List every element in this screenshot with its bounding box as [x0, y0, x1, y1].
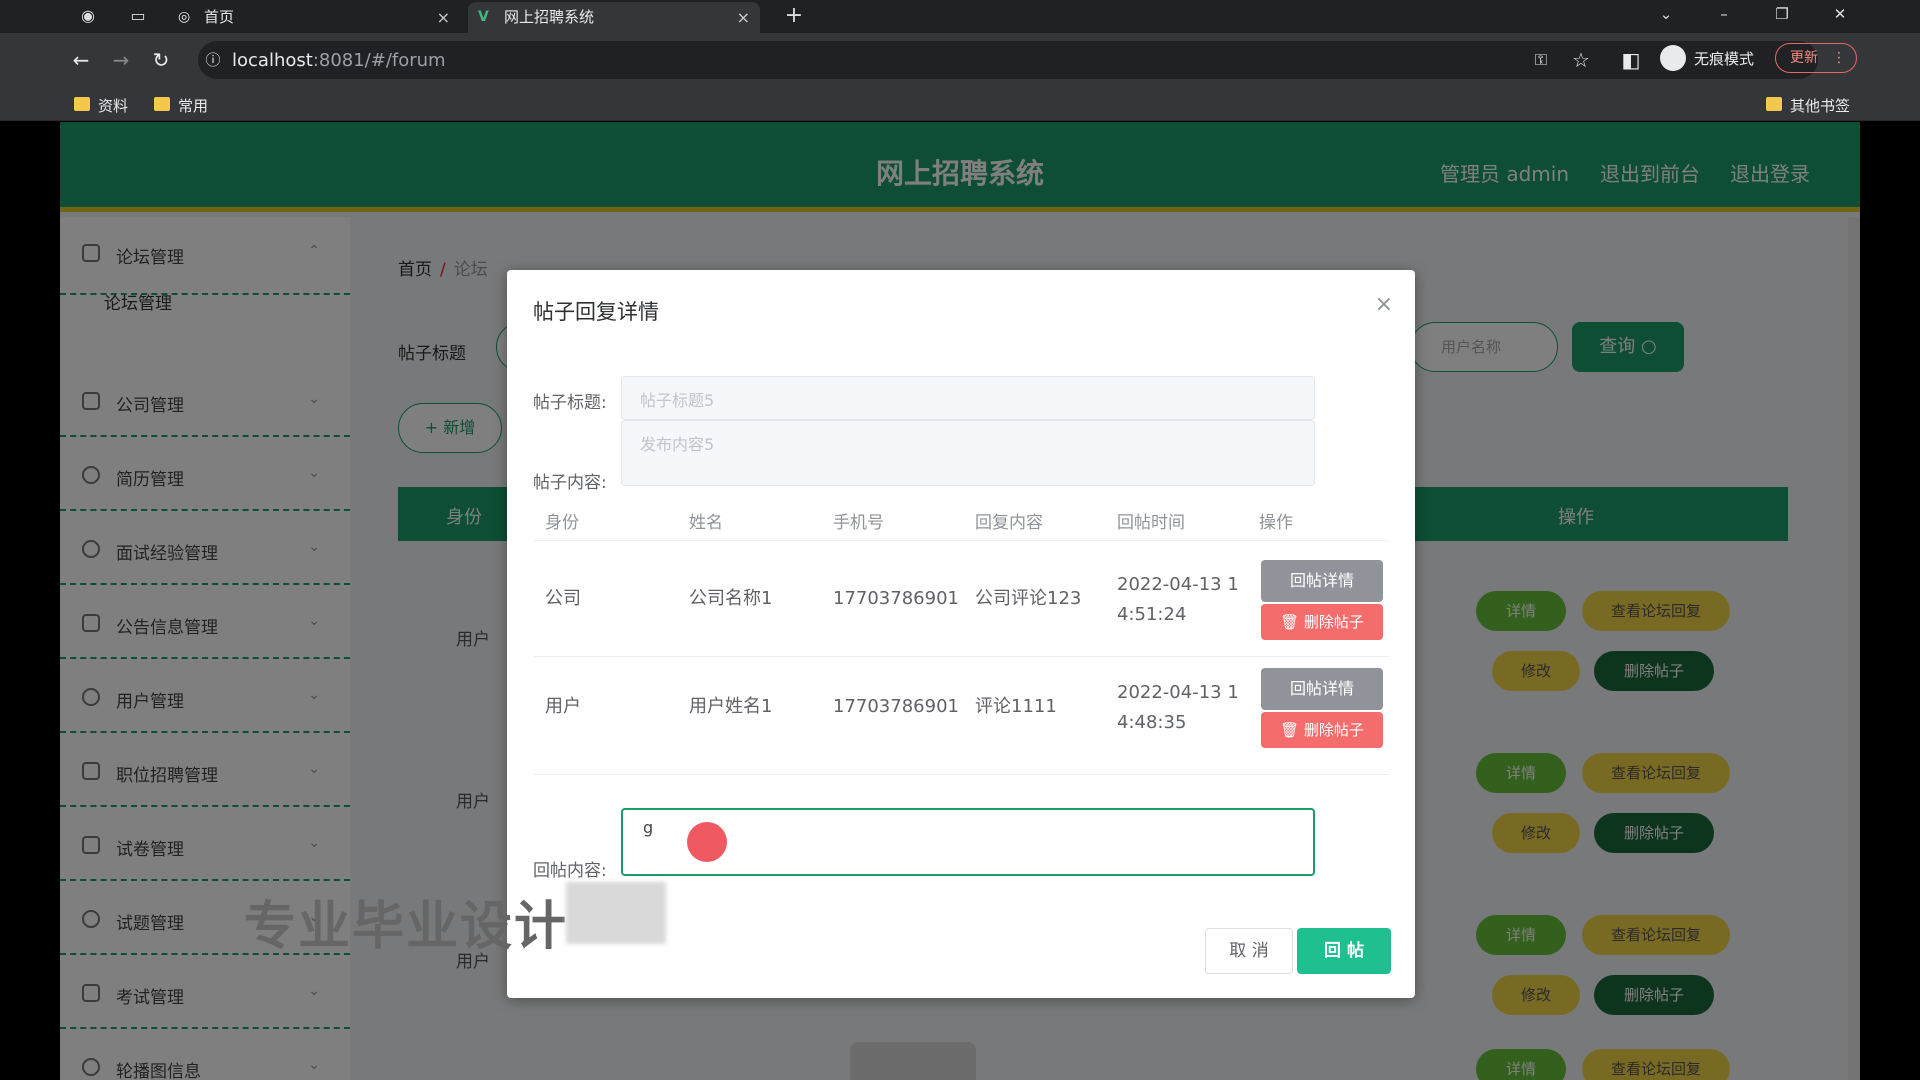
click-indicator [687, 822, 727, 862]
cell-time: 4:48:35 [1117, 712, 1187, 733]
cell-phone: 17703786901 [833, 588, 959, 609]
button-label: 删除帖子 [1303, 721, 1364, 739]
browser-tab-bar: ◉ ▭ ◎ 首页 × V 网上招聘系统 × + ⌄ – ❐ ✕ [0, 0, 1920, 33]
submit-reply-button[interactable]: 回 帖 [1297, 928, 1391, 974]
close-window-icon[interactable]: ✕ [1820, 0, 1860, 28]
reload-icon[interactable]: ↻ [148, 47, 174, 73]
cancel-button[interactable]: 取 消 [1205, 928, 1293, 974]
url-host: localhost [232, 50, 313, 71]
new-tab-button[interactable]: + [784, 5, 804, 27]
close-icon[interactable]: × [1375, 292, 1393, 317]
delete-post-button[interactable]: 🗑 删除帖子 [1261, 604, 1383, 640]
tab-label: 网上招聘系统 [504, 8, 595, 26]
watermark-text: 专业毕业设计 [244, 897, 569, 957]
cell-time: 2022-04-13 1 [1117, 682, 1239, 703]
globe-icon: ◎ [178, 9, 191, 25]
trash-icon: 🗑 [1280, 613, 1304, 631]
column-header: 姓名 [689, 513, 723, 533]
browser-menu-icon[interactable]: ◉ [78, 6, 98, 26]
more-icon: ⋮ [1832, 50, 1846, 66]
bookmark-label: 其他书签 [1790, 97, 1851, 115]
blurred-region [566, 882, 666, 944]
bookmark-label: 资料 [98, 97, 129, 115]
reply-detail-button[interactable]: 回帖详情 [1261, 668, 1383, 710]
divider [533, 656, 1389, 657]
dialog-title: 帖子回复详情 [533, 300, 659, 324]
incognito-icon[interactable] [1660, 45, 1686, 71]
forward-icon[interactable]: → [108, 47, 134, 73]
tab-label: 首页 [204, 8, 235, 26]
incognito-label: 无痕模式 [1694, 50, 1755, 68]
bookmark-folder[interactable]: 资料 [74, 95, 128, 116]
cell-identity: 公司 [545, 588, 581, 609]
update-button[interactable]: 更新 ⋮ [1775, 43, 1857, 73]
bookmark-folder[interactable]: 常用 [154, 95, 208, 116]
post-content-field: 发布内容5 [621, 420, 1315, 486]
close-tab-icon[interactable]: × [737, 2, 750, 33]
vue-icon: V [478, 9, 489, 25]
key-icon[interactable]: ⚿ [1528, 47, 1554, 73]
bookmarks-bar: 资料 常用 其他书签 [0, 87, 1920, 121]
cell-phone: 17703786901 [833, 696, 959, 717]
column-header: 回帖时间 [1117, 513, 1185, 533]
divider [533, 774, 1389, 775]
url-text: localhost:8081/#/forum [232, 50, 446, 71]
star-icon[interactable]: ☆ [1568, 47, 1594, 73]
bookmark-label: 常用 [178, 97, 209, 115]
cell-name: 公司名称1 [689, 588, 773, 609]
divider [533, 540, 1389, 541]
reply-detail-button[interactable]: 回帖详情 [1261, 560, 1383, 602]
tab-search-icon[interactable]: ▭ [128, 6, 148, 26]
back-icon[interactable]: ← [68, 47, 94, 73]
column-header: 身份 [545, 513, 579, 533]
cell-time: 4:51:24 [1117, 604, 1187, 625]
minimize-icon[interactable]: – [1704, 0, 1744, 28]
post-title-label: 帖子标题: [533, 393, 607, 413]
folder-icon [1766, 97, 1782, 111]
other-bookmarks[interactable]: 其他书签 [1766, 95, 1850, 116]
sidepanel-icon[interactable]: ◧ [1618, 47, 1644, 73]
update-label: 更新 [1790, 50, 1818, 66]
tab-home[interactable]: ◎ 首页 × [168, 2, 460, 33]
delete-post-button[interactable]: 🗑 删除帖子 [1261, 712, 1383, 748]
url-path: :8081/#/forum [312, 50, 446, 71]
trash-icon: 🗑 [1280, 721, 1304, 739]
cell-content: 评论1111 [975, 696, 1057, 717]
column-header: 回复内容 [975, 513, 1043, 533]
close-tab-icon[interactable]: × [437, 2, 450, 33]
address-bar-row: ← → ↻ ⓘ localhost:8081/#/forum ⚿ ☆ ◧ 无痕模… [0, 33, 1920, 87]
button-label: 删除帖子 [1303, 613, 1364, 631]
post-content-label: 帖子内容: [533, 473, 607, 493]
column-header: 手机号 [833, 513, 884, 533]
cell-identity: 用户 [545, 696, 581, 717]
tab-list-icon[interactable]: ⌄ [1646, 0, 1686, 28]
info-icon[interactable]: ⓘ [200, 47, 226, 73]
reply-content-label: 回帖内容: [533, 861, 607, 881]
post-title-field: 帖子标题5 [621, 376, 1315, 420]
folder-icon [154, 97, 170, 111]
cell-content: 公司评论123 [975, 588, 1082, 609]
cell-name: 用户姓名1 [689, 696, 773, 717]
folder-icon [74, 97, 90, 111]
restore-icon[interactable]: ❐ [1762, 0, 1802, 28]
cell-time: 2022-04-13 1 [1117, 574, 1239, 595]
tab-recruitment[interactable]: V 网上招聘系统 × [468, 2, 760, 33]
column-header: 操作 [1259, 513, 1293, 533]
